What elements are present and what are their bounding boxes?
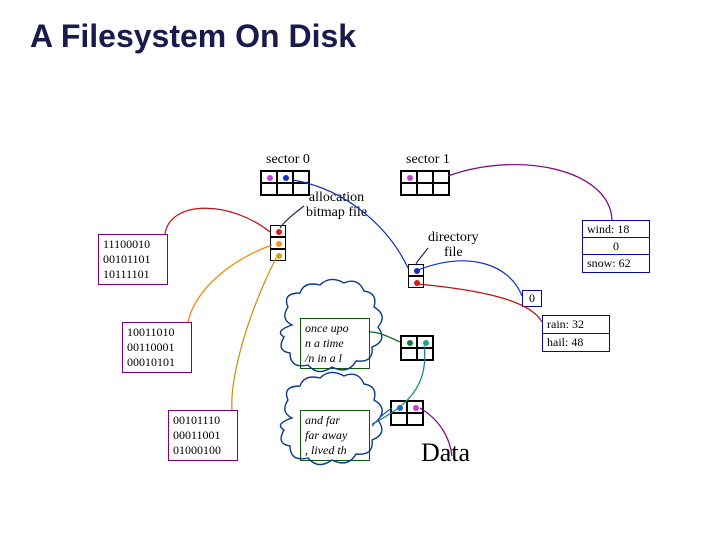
story-once: once upo n a time /n in a l — [300, 318, 370, 369]
dot-icon — [414, 280, 420, 286]
sector-0-block — [260, 170, 310, 196]
dot-icon — [413, 405, 419, 411]
dot-icon — [397, 405, 403, 411]
data-label: Data — [421, 438, 470, 468]
story-far: and far far away , lived th — [300, 410, 370, 461]
alloc-bitmap-block — [270, 225, 286, 261]
entry-snow: snow: 62 — [582, 254, 650, 273]
mid-pair-block — [400, 335, 434, 361]
entry-hail: hail: 48 — [542, 333, 610, 352]
slide-title: A Filesystem On Disk — [30, 18, 356, 55]
alloc-bitmap-label: allocation bitmap file — [306, 190, 367, 221]
bitmap-block-0: 11100010 00101101 10111101 — [98, 234, 168, 285]
lower-pair-block — [390, 400, 424, 426]
dot-icon — [407, 340, 413, 346]
dot-icon — [423, 340, 429, 346]
dot-icon — [407, 175, 413, 181]
sector-0-label: sector 0 — [266, 152, 310, 167]
sector-1-block — [400, 170, 450, 196]
dot-icon — [283, 175, 289, 181]
dot-icon — [276, 241, 282, 247]
dot-icon — [414, 268, 420, 274]
directory-file-label: directory file — [428, 230, 479, 261]
bitmap-block-2: 00101110 00011001 01000100 — [168, 410, 238, 461]
bitmap-block-1: 10011010 00110001 00010101 — [122, 322, 192, 373]
entry-rain: rain: 32 — [542, 315, 610, 334]
dot-icon — [267, 175, 273, 181]
dir-file-block — [408, 264, 424, 288]
dot-icon — [276, 253, 282, 259]
dot-icon — [276, 229, 282, 235]
sector-1-label: sector 1 — [406, 152, 450, 167]
entry-zero-single: 0 — [522, 290, 542, 307]
